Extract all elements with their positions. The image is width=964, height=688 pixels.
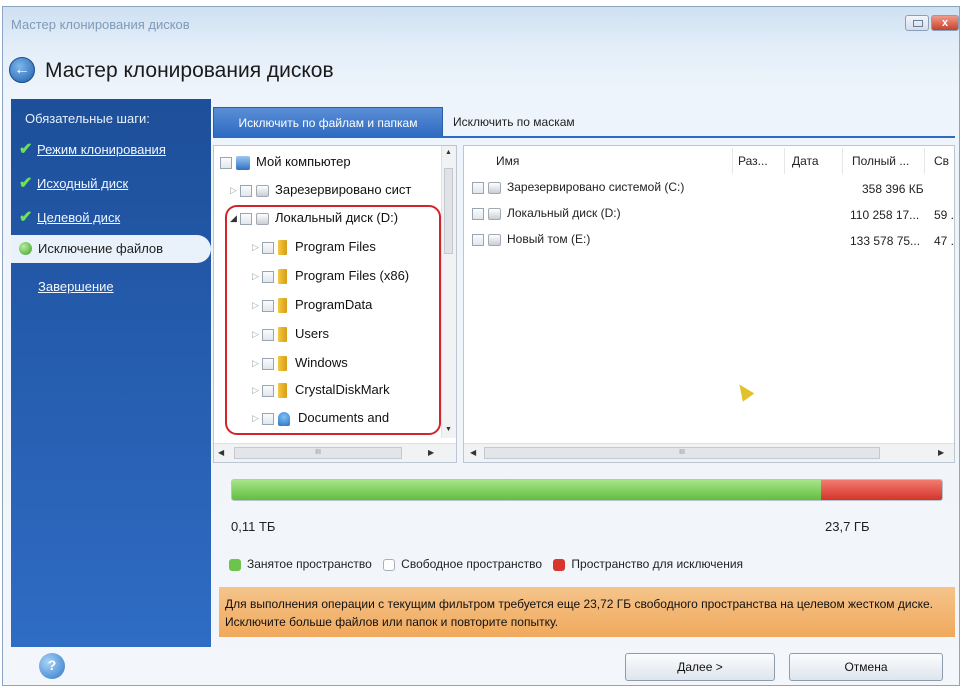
cancel-button[interactable]: Отмена (789, 653, 943, 681)
drive-icon (488, 181, 501, 194)
drive-icon (256, 184, 269, 197)
horizontal-scrollbar[interactable]: ◀ III ▶ (214, 443, 456, 462)
sidebar-item-source-disk[interactable]: ✔ Исходный диск (19, 173, 128, 193)
back-arrow-icon[interactable]: ← (9, 57, 35, 83)
checkbox[interactable] (472, 181, 484, 194)
checkbox[interactable] (220, 156, 232, 169)
disk-space-bar (231, 479, 943, 501)
sidebar-item-finish[interactable]: Завершение (38, 279, 114, 294)
excluded-swatch (553, 558, 566, 571)
scroll-thumb[interactable]: III (484, 447, 880, 459)
disk-list[interactable]: Имя Раз... Дата Полный ... Св Зарезервир… (463, 145, 955, 463)
table-row[interactable]: Зарезервировано системой (C:) (472, 180, 684, 194)
computer-icon (236, 155, 250, 170)
legend-excluded: Пространство для исключения (571, 557, 744, 571)
tab-divider (213, 136, 955, 138)
checkmark-icon: ✔ (19, 175, 33, 192)
excluded-space-fill (821, 480, 942, 500)
sidebar-item-target-disk[interactable]: ✔ Целевой диск (19, 207, 120, 227)
tree-item-my-computer[interactable]: Мой компьютер (220, 154, 351, 170)
drive-icon (488, 233, 501, 246)
wizard-window: Мастер клонирования дисков x ← Мастер кл… (2, 6, 960, 686)
current-step-icon (19, 242, 32, 255)
sidebar-title: Обязательные шаги: (25, 111, 150, 126)
cell-full-size: 110 258 17... (850, 208, 920, 222)
checkbox[interactable] (472, 207, 484, 220)
tab-exclude-by-files[interactable]: Исключить по файлам и папкам (213, 107, 443, 137)
used-space-fill (232, 480, 822, 500)
tab-exclude-by-masks[interactable]: Исключить по маскам (453, 107, 575, 137)
table-row[interactable]: Новый том (E:) (472, 232, 590, 246)
sidebar-item-label: Целевой диск (37, 210, 121, 225)
horizontal-scrollbar[interactable]: ◀ III ▶ (464, 443, 954, 462)
checkbox[interactable] (240, 184, 252, 197)
red-highlight-outline (225, 205, 441, 435)
free-swatch (383, 558, 396, 571)
next-button[interactable]: Далее > (625, 653, 775, 681)
sidebar-item-exclude-files[interactable]: Исключение файлов (11, 235, 211, 263)
column-header-date[interactable]: Дата (792, 154, 819, 168)
restore-button[interactable] (905, 15, 929, 31)
space-max-label: 23,7 ГБ (825, 519, 870, 534)
scroll-right-icon[interactable]: ▶ (428, 448, 434, 457)
sidebar-item-label: Исходный диск (37, 176, 129, 191)
scroll-left-icon[interactable]: ◀ (470, 448, 476, 457)
sidebar-item-clone-mode[interactable]: ✔ Режим клонирования (19, 139, 166, 159)
scroll-thumb[interactable]: III (234, 447, 402, 459)
column-header-free[interactable]: Св (934, 154, 952, 168)
drive-icon (488, 207, 501, 220)
table-row[interactable]: Локальный диск (D:) (472, 206, 621, 220)
help-icon[interactable]: ? (39, 653, 65, 679)
tree-item[interactable]: ▷ Зарезервировано сист (230, 182, 411, 197)
cell-full-size: 358 396 КБ (862, 182, 924, 196)
scroll-down-icon[interactable]: ▼ (445, 426, 452, 433)
checkmark-icon: ✔ (19, 141, 33, 158)
space-min-label: 0,11 ТБ (231, 519, 276, 534)
cell-free-size: 47 . (934, 234, 954, 248)
sidebar-item-label: Исключение файлов (38, 241, 164, 256)
column-header-size[interactable]: Раз... (738, 154, 768, 168)
cell-free-size: 59 . (934, 208, 954, 222)
column-header-name[interactable]: Имя (496, 154, 519, 168)
checkmark-icon: ✔ (19, 209, 33, 226)
expand-icon[interactable]: ▷ (230, 185, 240, 196)
scroll-thumb[interactable] (444, 168, 453, 254)
sidebar: Обязательные шаги: ✔ Режим клонирования ✔… (11, 99, 211, 647)
warning-message: Для выполнения операции с текущим фильтр… (219, 587, 955, 637)
space-legend: Занятое пространство Свободное пространс… (227, 557, 749, 571)
scroll-right-icon[interactable]: ▶ (938, 448, 944, 457)
used-swatch (229, 558, 241, 571)
cell-full-size: 133 578 75... (850, 234, 921, 248)
close-button[interactable]: x (931, 15, 959, 31)
checkbox[interactable] (472, 233, 484, 246)
column-header-full[interactable]: Полный ... (852, 154, 909, 168)
page-title: Мастер клонирования дисков (45, 59, 334, 82)
legend-free: Свободное пространство (401, 557, 543, 571)
sidebar-item-label: Режим клонирования (37, 142, 166, 157)
vertical-scrollbar[interactable]: ▲ ▼ (441, 146, 456, 438)
scroll-up-icon[interactable]: ▲ (445, 149, 452, 156)
window-title: Мастер клонирования дисков (11, 17, 190, 32)
scroll-left-icon[interactable]: ◀ (218, 448, 224, 457)
legend-used: Занятое пространство (247, 557, 372, 571)
